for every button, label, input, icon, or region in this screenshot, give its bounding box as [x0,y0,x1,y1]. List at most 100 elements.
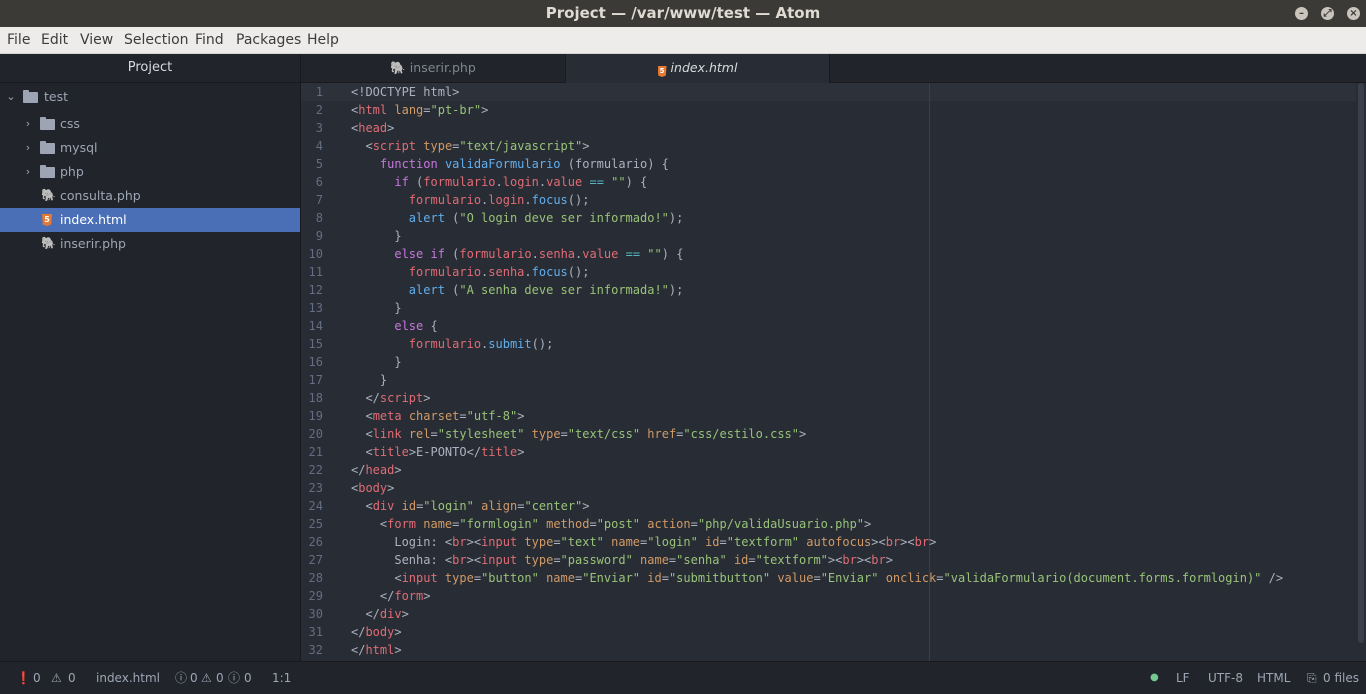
tree-item-css[interactable]: › css [0,112,300,136]
folder-icon [40,117,55,130]
line-number: 25 [308,517,323,531]
line-number: 26 [308,535,323,549]
tab-label: index.html [670,60,738,75]
code-line: <!DOCTYPE html> [351,85,460,99]
line-number: 23 [308,481,323,495]
menu-selection[interactable]: Selection [124,27,189,53]
code-line: } [351,229,402,243]
code-line: else if (formulario.senha.value == "") { [394,247,684,261]
code-line: </html> [351,643,402,657]
file-encoding[interactable]: UTF-8 [1208,662,1243,694]
chevron-down-icon: ⌄ [6,90,16,103]
menu-file[interactable]: File [7,27,30,53]
tree-item-label: mysql [60,140,98,155]
git-files-count[interactable]: 0 files [1323,662,1359,694]
tab-inserir-php[interactable]: 🐘 inserir.php [301,54,566,82]
tree-item-index-html[interactable]: 5 index.html [0,208,300,232]
code-line: formulario.login.focus(); [408,193,590,207]
warning-icon[interactable]: ⚠ [51,662,62,694]
lint-error-icon[interactable]: ⓘ [175,662,187,694]
line-number: 14 [308,319,323,333]
line-number: 29 [308,589,323,603]
maximize-icon[interactable]: ⤢ [1321,7,1334,20]
line-number: 8 [315,211,323,225]
line-number: 7 [315,193,323,207]
tree-root-label: test [44,89,69,104]
menu-find[interactable]: Find [195,27,224,53]
menu-help[interactable]: Help [307,27,339,53]
lint-warning-icon[interactable]: ⚠ [201,662,212,694]
code-editor[interactable]: 1 <!DOCTYPE html> 2 <html lang="pt-br"> 3 <he… [301,83,1366,661]
tab-index-html[interactable]: 5 index.html [566,54,830,83]
code-line: if (formulario.login.value == "") { [394,175,648,189]
chevron-right-icon: › [25,141,31,154]
status-file-path[interactable]: index.html [96,662,160,694]
line-number: 17 [308,373,323,387]
code-line: <head> [351,121,395,135]
code-line: <input type="button" name="Enviar" id="s… [351,571,1284,585]
php-elephant-icon: 🐘 [41,236,56,250]
line-number: 9 [315,229,323,243]
tree-item-label: php [60,164,84,179]
tree-item-consulta-php[interactable]: 🐘 consulta.php [0,184,300,208]
code-line: <form name="formlogin" method="post" act… [351,517,872,531]
tree-view: Project ⌄ test › css › mysql › php 🐘 con… [0,54,301,661]
vertical-scrollbar[interactable] [1358,83,1364,643]
tree-item-label: css [60,116,80,131]
php-elephant-icon: 🐘 [41,188,56,202]
chevron-right-icon: › [25,117,31,130]
line-number: 12 [308,283,323,297]
folder-icon [40,141,55,154]
line-number: 11 [308,265,323,279]
code-line: </script> [351,391,431,405]
lint-error-count[interactable]: 0 [190,662,198,694]
cursor-position[interactable]: 1:1 [272,662,291,694]
line-number: 19 [308,409,323,423]
tree-item-label: inserir.php [60,236,126,251]
tree-item-php[interactable]: › php [0,160,300,184]
tree-item-inserir-php[interactable]: 🐘 inserir.php [0,232,300,256]
line-number: 3 [315,121,323,135]
error-count[interactable]: 0 [33,662,41,694]
code-line: <meta charset="utf-8"> [351,409,525,423]
code-line: <script type="text/javascript"> [351,139,590,153]
close-icon[interactable]: × [1347,7,1360,20]
warning-count[interactable]: 0 [68,662,76,694]
code-line: function validaFormulario (formulario) { [379,157,669,171]
code-line: </body> [351,625,402,639]
git-files-icon: ⎘ [1307,671,1317,685]
line-number: 16 [308,355,323,369]
menu-view[interactable]: View [80,27,113,53]
error-icon[interactable]: ❗ [16,662,31,694]
line-number: 22 [308,463,323,477]
menu-packages[interactable]: Packages [236,27,301,53]
line-number: 20 [308,427,323,441]
tree-item-label: index.html [60,212,127,227]
lint-warning-count[interactable]: 0 [216,662,224,694]
line-number: 6 [315,175,323,189]
minimize-icon[interactable]: – [1295,7,1308,20]
line-number: 21 [308,445,323,459]
html5-icon: 5 [657,66,667,77]
lint-info-count[interactable]: 0 [244,662,252,694]
tree-view-header[interactable]: Project [0,54,300,83]
tree-item-mysql[interactable]: › mysql [0,136,300,160]
line-number: 30 [308,607,323,621]
php-elephant-icon: 🐘 [390,60,406,75]
lint-info-icon[interactable]: ⓘ [228,662,240,694]
line-number: 27 [308,553,323,567]
line-number: 18 [308,391,323,405]
code-line: </head> [351,463,402,477]
code-line: formulario.senha.focus(); [408,265,590,279]
folder-icon [23,90,38,103]
code-line: <html lang="pt-br"> [351,103,489,117]
title-bar: Project — /var/www/test — Atom – ⤢ × [0,0,1366,27]
line-number: 1 [315,85,323,99]
code-line: } [351,355,402,369]
menu-edit[interactable]: Edit [41,27,68,53]
line-ending[interactable]: LF [1176,662,1190,694]
code-line: } [351,301,402,315]
tree-root-test[interactable]: ⌄ test [0,85,300,109]
code-line: Login: <br><input type="text" name="logi… [351,535,937,549]
grammar-selector[interactable]: HTML [1257,662,1290,694]
